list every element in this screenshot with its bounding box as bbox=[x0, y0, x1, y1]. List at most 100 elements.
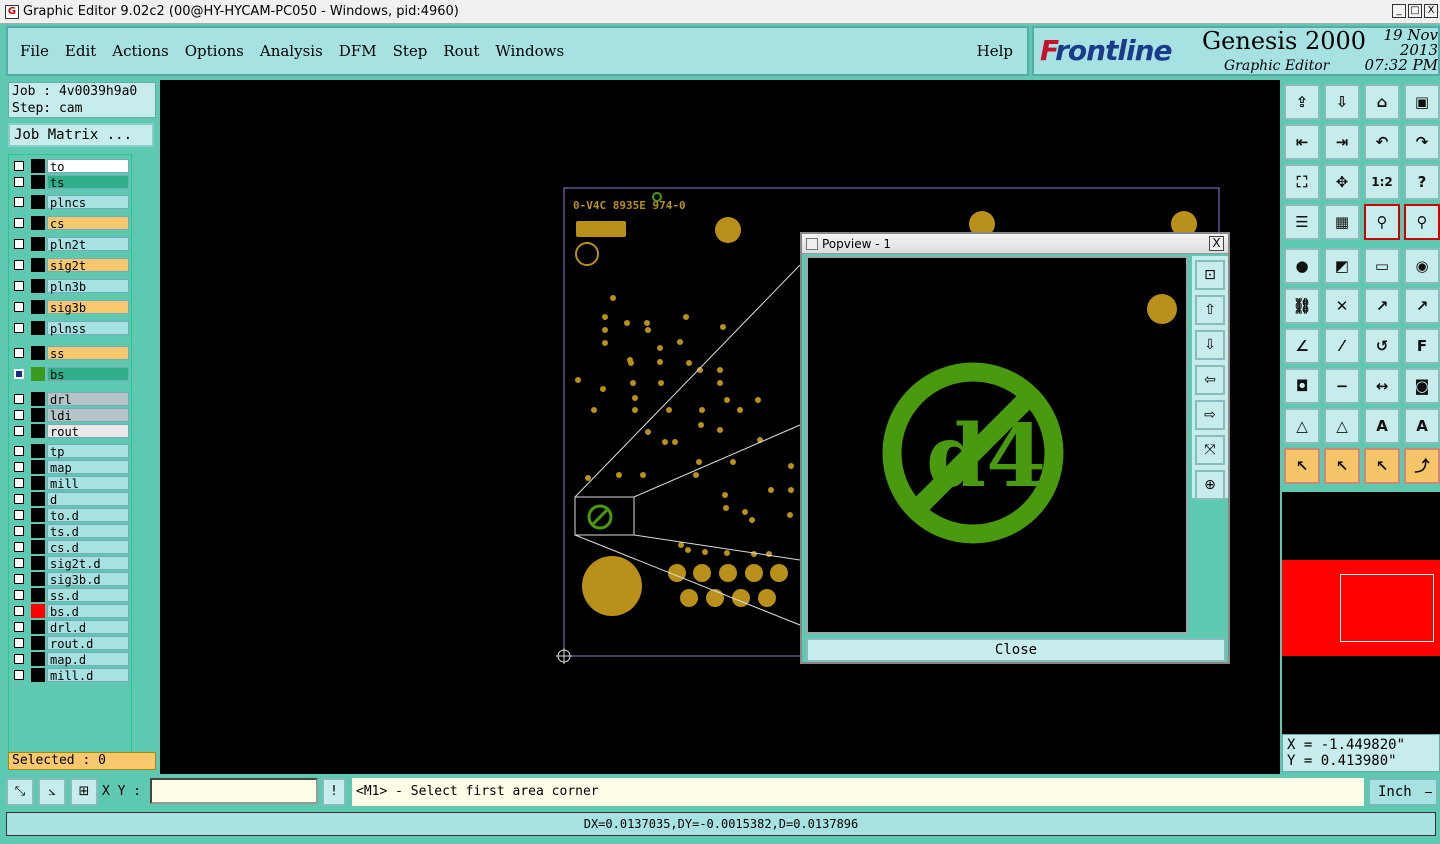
layer-name[interactable]: drl.d bbox=[47, 620, 129, 635]
point-icon[interactable]: ● bbox=[1284, 248, 1320, 284]
select-net-icon[interactable]: ⤴ bbox=[1404, 448, 1440, 484]
layer-checkbox[interactable] bbox=[14, 302, 24, 312]
popview-close-x[interactable]: X bbox=[1209, 236, 1224, 251]
pan-up-icon[interactable]: ⇧ bbox=[1195, 295, 1225, 325]
layer-checkbox[interactable] bbox=[14, 197, 24, 207]
layer-row-tp[interactable]: tp bbox=[11, 444, 129, 459]
layer-row-d[interactable]: d bbox=[11, 492, 129, 507]
maximize-button[interactable]: □ bbox=[1408, 4, 1422, 18]
layer-row-ss-d[interactable]: ss.d bbox=[11, 588, 129, 603]
line-icon[interactable]: ◩ bbox=[1324, 248, 1360, 284]
layer-row-plnss[interactable]: plnss bbox=[11, 321, 129, 336]
menu-rout[interactable]: Rout bbox=[435, 42, 487, 60]
tri-b-icon[interactable]: A bbox=[1404, 408, 1440, 444]
layer-checkbox[interactable] bbox=[14, 426, 24, 436]
ruler-icon[interactable]: ▭ bbox=[1364, 248, 1400, 284]
grid-mode-icon[interactable]: ⊞ bbox=[70, 778, 98, 806]
layer-name[interactable]: ss.d bbox=[47, 588, 129, 603]
layer-row-map-d[interactable]: map.d bbox=[11, 652, 129, 667]
undo-icon[interactable]: ↶ bbox=[1364, 124, 1400, 160]
layer-name[interactable]: pln2t bbox=[47, 237, 129, 252]
layer-name[interactable]: drl bbox=[47, 392, 129, 407]
layer-name[interactable]: plncs bbox=[47, 195, 129, 210]
layer-name[interactable]: to.d bbox=[47, 508, 129, 523]
layer-red-1-icon[interactable]: ⚲ bbox=[1364, 204, 1400, 240]
fit-icon[interactable]: ⛶ bbox=[1284, 164, 1320, 200]
layer-checkbox[interactable] bbox=[14, 670, 24, 680]
load-icon[interactable]: ⇪ bbox=[1284, 84, 1320, 120]
layer-name[interactable]: d bbox=[47, 492, 129, 507]
menu-actions[interactable]: Actions bbox=[104, 42, 176, 60]
layer-checkbox[interactable] bbox=[14, 394, 24, 404]
layer-name[interactable]: tp bbox=[47, 444, 129, 459]
query-icon[interactable]: ? bbox=[1404, 164, 1440, 200]
layer-name[interactable]: cs bbox=[47, 216, 129, 231]
layer-checkbox[interactable] bbox=[14, 410, 24, 420]
arrow-line-icon[interactable]: ↗ bbox=[1404, 288, 1440, 324]
tri-red-icon[interactable]: △ bbox=[1284, 408, 1320, 444]
layer-name[interactable]: bs.d bbox=[47, 604, 129, 619]
layer-checkbox[interactable] bbox=[14, 574, 24, 584]
layer-checkbox[interactable] bbox=[14, 510, 24, 520]
info-button[interactable]: ! bbox=[322, 778, 346, 806]
menu-windows[interactable]: Windows bbox=[487, 42, 572, 60]
redo-icon[interactable]: ↷ bbox=[1404, 124, 1440, 160]
layer-row-ldi[interactable]: ldi bbox=[11, 408, 129, 423]
layer-name[interactable]: mill.d bbox=[47, 668, 129, 683]
layer-checkbox[interactable] bbox=[14, 218, 24, 228]
layer-checkbox[interactable] bbox=[14, 494, 24, 504]
minus-icon[interactable]: − bbox=[1324, 368, 1360, 404]
layer-row-plncs[interactable]: plncs bbox=[11, 195, 129, 210]
xy-input[interactable] bbox=[150, 778, 318, 804]
layer-row-pln2t[interactable]: pln2t bbox=[11, 237, 129, 252]
slash-icon[interactable]: ⁄ bbox=[1324, 328, 1360, 364]
layer-name[interactable]: sig3b.d bbox=[47, 572, 129, 587]
layer-row-bs[interactable]: bs bbox=[11, 367, 129, 382]
layer-name[interactable]: plnss bbox=[47, 321, 129, 336]
menu-file[interactable]: File bbox=[8, 42, 57, 60]
popview-canvas[interactable]: d4 bbox=[806, 256, 1188, 634]
layer-name[interactable]: mill bbox=[47, 476, 129, 491]
layer-checkbox[interactable] bbox=[14, 558, 24, 568]
pad-icon[interactable]: ◉ bbox=[1404, 248, 1440, 284]
popview-close-button[interactable]: Close bbox=[806, 638, 1226, 662]
layer-checkbox[interactable] bbox=[14, 323, 24, 333]
layer-row-pln3b[interactable]: pln3b bbox=[11, 279, 129, 294]
layout-icon[interactable]: ▣ bbox=[1404, 84, 1440, 120]
layer-row-mill[interactable]: mill bbox=[11, 476, 129, 491]
layer-checkbox[interactable] bbox=[14, 177, 24, 187]
units-select[interactable]: Inch ⎯ bbox=[1368, 778, 1438, 806]
layer-row-sig3b-d[interactable]: sig3b.d bbox=[11, 572, 129, 587]
menu-help[interactable]: Help bbox=[977, 42, 1013, 60]
zoom-fit-icon[interactable]: ⊡ bbox=[1195, 260, 1225, 290]
measure-icon[interactable]: ↔ bbox=[1364, 368, 1400, 404]
select-icon[interactable]: ↖ bbox=[1284, 448, 1320, 484]
add-line-icon[interactable]: ↗ bbox=[1364, 288, 1400, 324]
layer-red-2-icon[interactable]: ⚲ bbox=[1404, 204, 1440, 240]
layer-row-mill-d[interactable]: mill.d bbox=[11, 668, 129, 683]
menu-step[interactable]: Step bbox=[385, 42, 436, 60]
grid-icon[interactable]: ▦ bbox=[1324, 204, 1360, 240]
layer-checkbox[interactable] bbox=[14, 526, 24, 536]
angle-icon[interactable]: ∠ bbox=[1284, 328, 1320, 364]
minimize-button[interactable]: _ bbox=[1392, 4, 1406, 18]
layer-name[interactable]: bs bbox=[47, 367, 129, 382]
layer-name[interactable]: to bbox=[47, 159, 129, 174]
scale-icon[interactable]: 1:2 bbox=[1364, 164, 1400, 200]
pan-left-icon[interactable]: ⇦ bbox=[1195, 365, 1225, 395]
connect-icon[interactable]: ⛓ bbox=[1284, 288, 1320, 324]
layer-row-cs[interactable]: cs bbox=[11, 216, 129, 231]
layer-checkbox[interactable] bbox=[14, 239, 24, 249]
layer-checkbox[interactable] bbox=[14, 638, 24, 648]
layer-checkbox[interactable] bbox=[14, 478, 24, 488]
menu-analysis[interactable]: Analysis bbox=[252, 42, 331, 60]
layer-checkbox[interactable] bbox=[14, 369, 24, 379]
zoom-out-icon[interactable]: ⤧ bbox=[1195, 435, 1225, 465]
layer-row-sig2t[interactable]: sig2t bbox=[11, 258, 129, 273]
filter-icon[interactable]: ☰ bbox=[1284, 204, 1320, 240]
layer-row-bs-d[interactable]: bs.d bbox=[11, 604, 129, 619]
layer-row-map[interactable]: map bbox=[11, 460, 129, 475]
tri-blue-icon[interactable]: △ bbox=[1324, 408, 1360, 444]
layer-row-ss[interactable]: ss bbox=[11, 346, 129, 361]
layer-checkbox[interactable] bbox=[14, 161, 24, 171]
